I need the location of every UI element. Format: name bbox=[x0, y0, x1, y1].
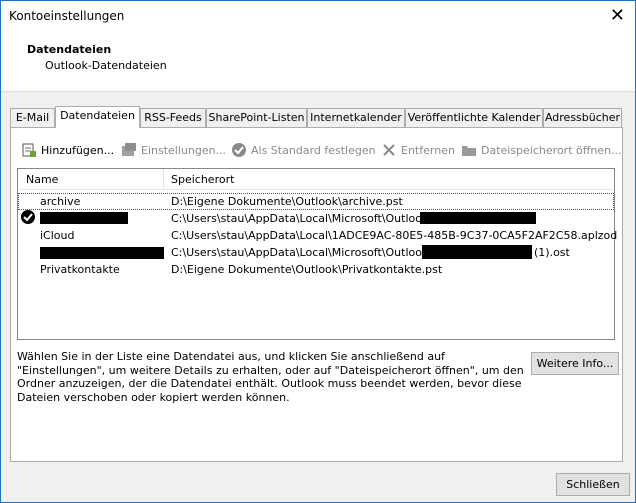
folder-icon bbox=[461, 142, 477, 158]
file-name: iCloud bbox=[40, 229, 75, 242]
open-location-button[interactable]: Dateispeicherort öffnen... bbox=[461, 140, 622, 160]
file-location: C:\Users\stau\AppData\Local\1ADCE9AC-80E… bbox=[171, 229, 618, 242]
settings-label: Einstellungen... bbox=[141, 143, 227, 157]
redacted-path bbox=[420, 212, 536, 224]
header-title: Datendateien bbox=[27, 43, 112, 56]
data-files-list[interactable]: Name Speicherort archive D:\Eigene Dokum… bbox=[17, 168, 618, 340]
toolbar: Hinzufügen... Einstellungen... Als Stand… bbox=[11, 138, 622, 162]
header-subtitle: Outlook-Datendateien bbox=[45, 59, 167, 72]
close-icon[interactable]: ✕ bbox=[610, 5, 625, 26]
default-check-icon bbox=[21, 210, 35, 224]
remove-x-icon bbox=[381, 142, 397, 158]
check-circle-icon bbox=[231, 142, 247, 158]
redacted-path bbox=[422, 245, 532, 259]
close-label: Schließen bbox=[566, 478, 620, 491]
add-label: Hinzufügen... bbox=[41, 143, 115, 157]
add-button[interactable]: Hinzufügen... bbox=[21, 140, 114, 160]
tab-sharepoint-lists[interactable]: SharePoint-Listen bbox=[206, 108, 307, 127]
set-default-label: Als Standard festlegen bbox=[251, 143, 376, 157]
header-area: Datendateien Outlook-Datendateien bbox=[1, 31, 635, 92]
list-item[interactable]: iCloud C:\Users\stau\AppData\Local\1ADCE… bbox=[18, 227, 618, 244]
column-header-name[interactable]: Name bbox=[26, 173, 58, 186]
tab-published-calendars[interactable]: Veröffentlichte Kalender bbox=[405, 108, 543, 127]
set-default-button[interactable]: Als Standard festlegen bbox=[231, 140, 376, 160]
file-location: C:\Users\stau\AppData\Local\Microsoft\Ou… bbox=[171, 246, 433, 259]
open-location-label: Dateispeicherort öffnen... bbox=[481, 143, 622, 157]
tab-address-books[interactable]: Adressbücher bbox=[543, 108, 622, 127]
settings-icon bbox=[121, 142, 137, 158]
close-button[interactable]: Schließen bbox=[556, 473, 630, 496]
column-header-location[interactable]: Speicherort bbox=[171, 173, 234, 186]
list-item[interactable]: archive D:\Eigene Dokumente\Outlook\arch… bbox=[18, 193, 614, 210]
account-settings-window: Kontoeinstellungen ✕ Datendateien Outloo… bbox=[0, 0, 636, 503]
title-bar: Kontoeinstellungen ✕ bbox=[1, 1, 635, 31]
file-name: Privatkontakte bbox=[40, 263, 120, 276]
tab-rss-feeds[interactable]: RSS-Feeds bbox=[140, 108, 206, 127]
more-info-label: Weitere Info... bbox=[536, 357, 614, 370]
add-file-icon bbox=[21, 142, 37, 158]
tab-data-files[interactable]: Datendateien bbox=[55, 106, 140, 128]
settings-button[interactable]: Einstellungen... bbox=[121, 140, 226, 160]
remove-label: Entfernen bbox=[401, 143, 455, 157]
column-separator[interactable] bbox=[163, 169, 164, 189]
file-location: D:\Eigene Dokumente\Outlook\archive.pst bbox=[171, 195, 403, 208]
redacted-name bbox=[40, 247, 164, 259]
list-item[interactable]: C:\Users\stau\AppData\Local\Microsoft\Ou… bbox=[18, 244, 614, 261]
file-location-suffix: (1).ost bbox=[534, 246, 570, 259]
window-title: Kontoeinstellungen bbox=[9, 9, 125, 23]
list-item[interactable]: Privatkontakte D:\Eigene Dokumente\Outlo… bbox=[18, 261, 614, 278]
tab-email[interactable]: E-Mail bbox=[10, 108, 55, 127]
data-files-panel: Hinzufügen... Einstellungen... Als Stand… bbox=[10, 127, 623, 462]
file-location: D:\Eigene Dokumente\Outlook\Privatkontak… bbox=[171, 263, 443, 276]
list-item[interactable]: C:\Users\stau\AppData\Local\Microsoft\Ou… bbox=[18, 210, 614, 227]
remove-button[interactable]: Entfernen bbox=[381, 140, 455, 160]
file-name: archive bbox=[40, 195, 81, 208]
file-location: C:\Users\stau\AppData\Local\Microsoft\Ou… bbox=[171, 212, 433, 225]
description-text: Wählen Sie in der Liste eine Datendatei … bbox=[17, 350, 524, 404]
redacted-name bbox=[40, 212, 128, 224]
more-info-button[interactable]: Weitere Info... bbox=[531, 352, 619, 375]
tab-internet-calendars[interactable]: Internetkalender bbox=[307, 108, 405, 127]
list-header: Name Speicherort bbox=[18, 169, 614, 190]
